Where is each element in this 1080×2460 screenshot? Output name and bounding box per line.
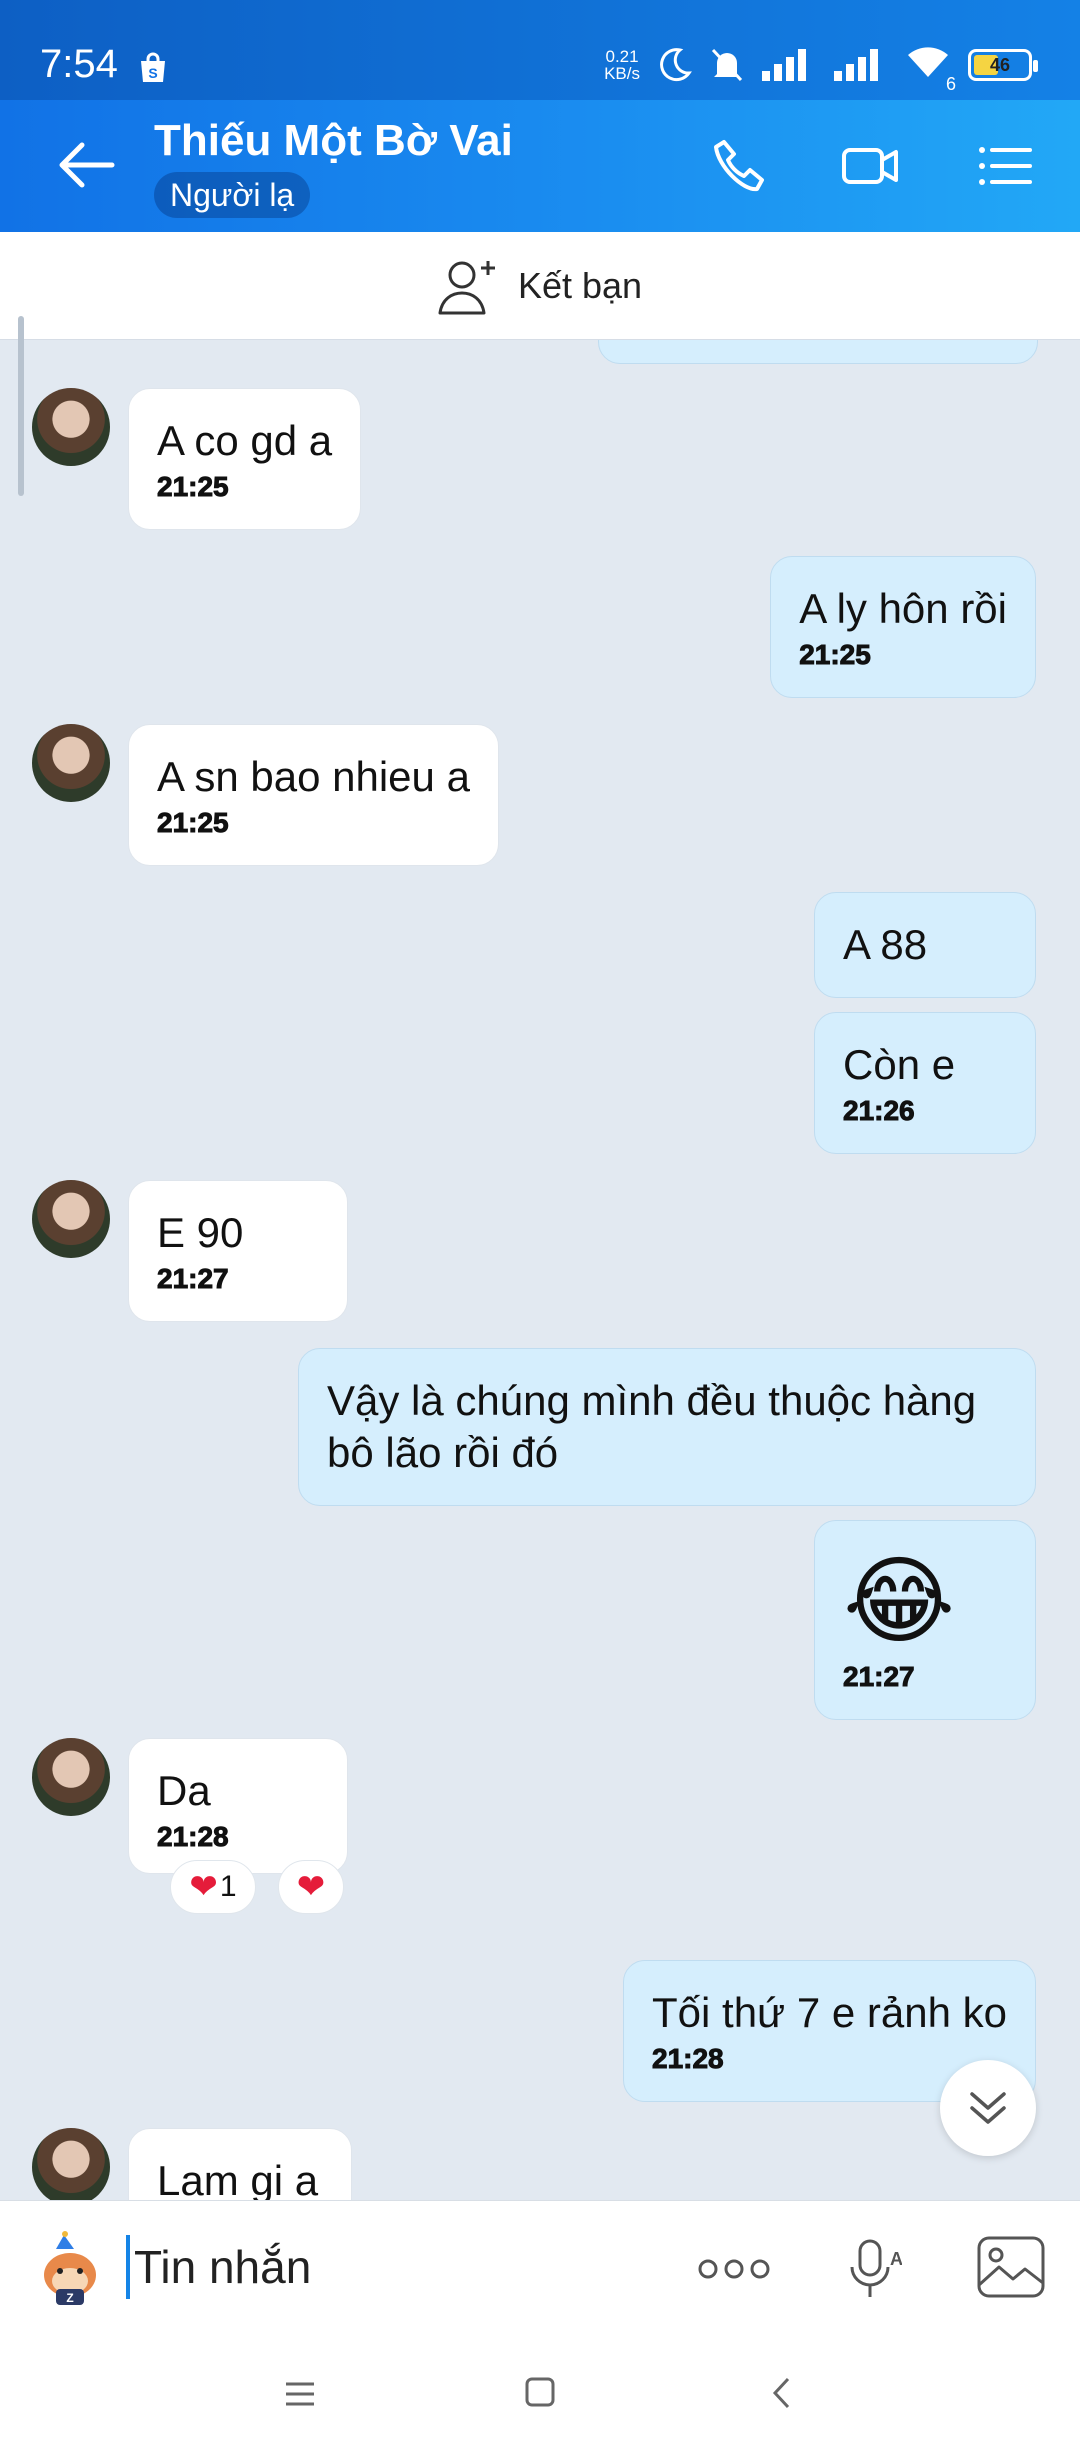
- add-friend-button[interactable]: Kết bạn: [0, 232, 1080, 340]
- message-time: 21:27: [843, 1661, 916, 1693]
- heart-icon: ❤: [296, 1868, 326, 1906]
- svg-text:A: A: [890, 2249, 902, 2269]
- message-bubble-outgoing[interactable]: A ly hôn rồi 21:25: [770, 556, 1036, 698]
- message-bubble-outgoing[interactable]: Vậy là chúng mình đều thuộc hàng bô lão …: [298, 1348, 1036, 1506]
- message-time: 21:27: [157, 1263, 230, 1295]
- system-nav-bar: [0, 2332, 1080, 2460]
- message-text: Còn e: [843, 1041, 956, 1088]
- back-arrow-icon[interactable]: [56, 140, 116, 190]
- wifi-icon: [908, 47, 948, 77]
- more-icon[interactable]: [696, 2249, 772, 2289]
- image-gallery-icon[interactable]: [976, 2235, 1046, 2299]
- message-bubble-incoming[interactable]: A co gd a 21:25: [128, 388, 362, 530]
- message-text: A 88: [843, 921, 928, 968]
- react-button[interactable]: ❤: [278, 1860, 344, 1914]
- message-bubble-incoming[interactable]: E 90 21:27: [128, 1180, 348, 1322]
- avatar[interactable]: [32, 388, 110, 466]
- battery-indicator: 46: [968, 49, 1038, 81]
- message-text: Tối thứ 7 e rảnh ko: [652, 1989, 1007, 2036]
- scrollbar[interactable]: [18, 316, 24, 496]
- chat-screen: { "status_bar": { "time": "7:54", "net_s…: [0, 0, 1080, 2460]
- avatar[interactable]: [32, 1738, 110, 1816]
- bell-muted-icon: [711, 48, 743, 82]
- message-text: A co gd a: [157, 417, 333, 464]
- scroll-to-bottom-button[interactable]: [940, 2060, 1036, 2156]
- message-composer: Z Tin nhắn A: [0, 2200, 1080, 2332]
- recent-apps-icon[interactable]: [284, 2378, 316, 2410]
- message-bubble-incoming[interactable]: Lam gi a: [128, 2128, 352, 2200]
- laughing-emoji: 😂: [843, 1548, 956, 1655]
- shopping-bag-icon: S: [141, 52, 165, 82]
- avatar[interactable]: [32, 724, 110, 802]
- chat-header: Thiếu Một Bờ Vai Người lạ: [0, 100, 1080, 232]
- message-time: 21:28: [157, 1821, 230, 1853]
- message-time: 21:25: [157, 807, 230, 839]
- double-chevron-down-icon: [970, 2092, 1006, 2124]
- message-text: E 90: [157, 1209, 244, 1256]
- message-bubble-incoming[interactable]: Da 21:28: [128, 1738, 348, 1874]
- nav-back-icon[interactable]: [770, 2376, 794, 2410]
- avatar[interactable]: [32, 1180, 110, 1258]
- add-friend-label: Kết bạn: [517, 264, 643, 306]
- message-time: 21:28: [652, 2043, 725, 2075]
- message-bubble-incoming[interactable]: A sn bao nhieu a 21:25: [128, 724, 499, 866]
- message-text: A sn bao nhieu a: [157, 753, 470, 800]
- message-text: Da: [157, 1767, 211, 1814]
- message-bubble-outgoing[interactable]: Còn e 21:26: [814, 1012, 1036, 1154]
- message-input[interactable]: Tin nhắn: [126, 2235, 311, 2299]
- message-text: Lam gi a: [157, 2157, 319, 2200]
- contact-name[interactable]: Thiếu Một Bờ Vai: [154, 116, 513, 166]
- reaction-count: 1: [219, 1870, 237, 1903]
- svg-text:Z: Z: [66, 2291, 73, 2305]
- message-bubble-outgoing[interactable]: A 88: [814, 892, 1036, 998]
- svg-text:S: S: [148, 65, 157, 81]
- message-time: 21:25: [156, 471, 229, 503]
- message-bubble-partial[interactable]: [598, 340, 1038, 364]
- signal-icon-2: [834, 49, 878, 81]
- phone-icon[interactable]: [710, 136, 770, 196]
- moon-icon: [660, 48, 692, 82]
- sticker-icon[interactable]: Z: [34, 2231, 106, 2307]
- network-speed: 0.21 KB/s: [604, 47, 640, 83]
- message-time: 21:25: [799, 639, 872, 671]
- stranger-badge: Người lạ: [154, 172, 311, 218]
- heart-icon: ❤: [189, 1868, 218, 1906]
- message-text: A ly hôn rồi: [799, 585, 1007, 632]
- avatar[interactable]: [32, 2128, 110, 2200]
- status-time: 7:54: [40, 42, 118, 86]
- wifi-indicator: 6: [906, 43, 956, 94]
- message-list[interactable]: A co gd a 21:25 A ly hôn rồi 21:25 A sn …: [0, 340, 1080, 2200]
- battery-level: 46: [989, 54, 1011, 75]
- menu-list-icon[interactable]: [974, 136, 1034, 196]
- message-text: Vậy là chúng mình đều thuộc hàng bô lão …: [327, 1377, 977, 1476]
- message-bubble-outgoing[interactable]: 😂 21:27: [814, 1520, 1036, 1720]
- voice-to-text-icon[interactable]: A: [846, 2237, 902, 2301]
- status-bar: 7:54 S 0.21 KB/s 6 46: [0, 0, 1080, 100]
- add-user-icon: [438, 260, 495, 314]
- reaction-summary[interactable]: ❤ 1: [170, 1860, 256, 1914]
- wifi-badge: 6: [945, 74, 956, 94]
- signal-icon: [762, 49, 806, 81]
- video-call-icon[interactable]: [840, 136, 900, 196]
- message-time: 21:26: [843, 1095, 916, 1127]
- home-icon[interactable]: [524, 2376, 556, 2408]
